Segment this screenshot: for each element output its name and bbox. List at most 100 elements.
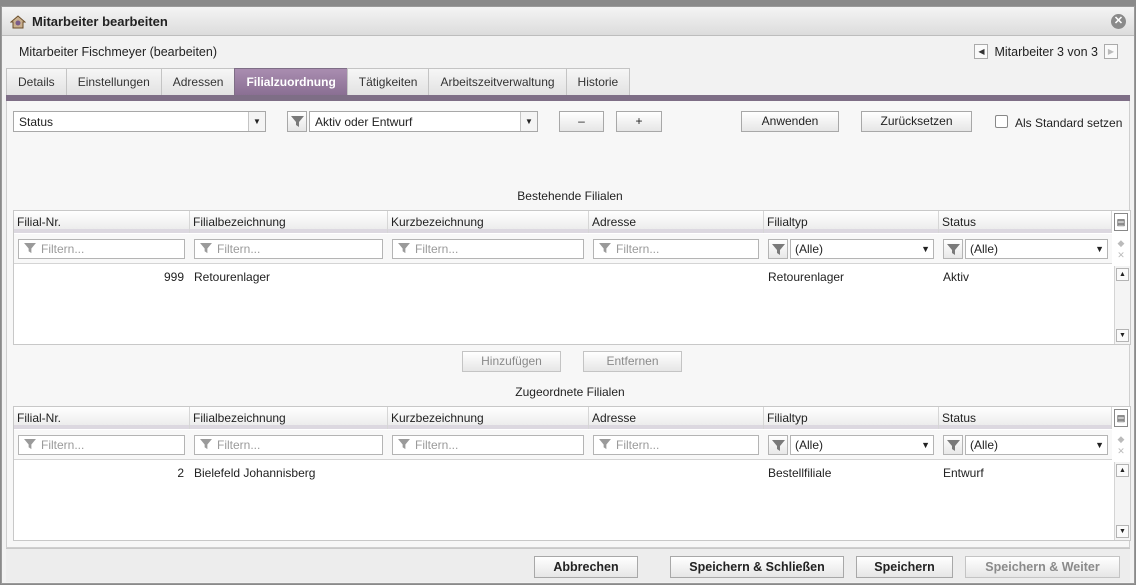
filter-field-value: Status xyxy=(19,115,54,129)
column-header-filialbezeichnung[interactable]: Filialbezeichnung xyxy=(190,211,388,233)
scroll-up-icon[interactable]: ▲ xyxy=(1116,464,1129,477)
funnel-icon xyxy=(398,243,410,254)
save-and-next-button[interactable]: Speichern & Weiter xyxy=(965,556,1120,578)
set-default-label: Als Standard setzen xyxy=(1015,116,1123,130)
funnel-icon xyxy=(599,243,611,254)
cell-filialbezeichnung: Retourenlager xyxy=(194,270,271,284)
funnel-icon xyxy=(947,244,960,255)
pager-text: Mitarbeiter 3 von 3 xyxy=(994,44,1098,59)
column-header-kurzbezeichnung[interactable]: Kurzbezeichnung xyxy=(388,211,589,233)
add-filter-button[interactable]: + xyxy=(616,111,662,132)
chevron-down-icon: ▼ xyxy=(921,440,930,450)
filter-input-filialbezeichnung[interactable]: Filtern... xyxy=(194,239,383,259)
previous-record-button[interactable]: ◀ xyxy=(974,44,989,59)
cell-filialbezeichnung: Bielefeld Johannisberg xyxy=(194,466,316,480)
tab-details[interactable]: Details xyxy=(6,68,67,95)
chevron-down-icon: ▼ xyxy=(248,112,265,131)
filter-input-filial-nr[interactable]: Filtern... xyxy=(18,435,185,455)
existing-branches-grid: Filial-Nr. Filialbezeichnung Kurzbezeich… xyxy=(13,210,1131,345)
column-menu-icon[interactable]: ▤ xyxy=(1114,213,1128,231)
filter-input-filialbezeichnung[interactable]: Filtern... xyxy=(194,435,383,455)
table-row[interactable]: 999 Retourenlager Retourenlager Aktiv xyxy=(14,267,1112,287)
remove-branch-button[interactable]: Entfernen xyxy=(583,351,682,372)
tab-filialzuordnung[interactable]: Filialzuordnung xyxy=(234,68,348,95)
cell-status: Entwurf xyxy=(943,466,984,480)
close-icon[interactable]: ✕ xyxy=(1111,14,1126,29)
filter-placeholder: Filtern... xyxy=(217,438,261,452)
tab-einstellungen[interactable]: Einstellungen xyxy=(65,68,162,95)
column-header-kurzbezeichnung[interactable]: Kurzbezeichnung xyxy=(388,407,589,429)
column-header-filialbezeichnung[interactable]: Filialbezeichnung xyxy=(190,407,388,429)
funnel-icon xyxy=(200,243,212,254)
assigned-branches-grid: Filial-Nr. Filialbezeichnung Kurzbezeich… xyxy=(13,406,1131,541)
cell-filialtyp: Retourenlager xyxy=(768,270,845,284)
funnel-icon xyxy=(599,439,611,450)
column-header-status[interactable]: Status xyxy=(939,211,1112,233)
next-record-button[interactable]: ▶ xyxy=(1104,44,1118,59)
set-default-checkbox[interactable] xyxy=(995,115,1008,128)
scroll-down-icon[interactable]: ▼ xyxy=(1116,525,1129,538)
reset-button[interactable]: Zurücksetzen xyxy=(861,111,972,132)
save-button[interactable]: Speichern xyxy=(856,556,953,578)
dialog-footer: Abbrechen Speichern & Schließen Speicher… xyxy=(6,548,1130,582)
funnel-icon xyxy=(200,439,212,450)
cell-filial-nr: 2 xyxy=(177,466,184,480)
filter-input-kurzbezeichnung[interactable]: Filtern... xyxy=(392,435,584,455)
column-header-adresse[interactable]: Adresse xyxy=(589,211,764,233)
edit-employee-dialog: Mitarbeiter bearbeiten ✕ Mitarbeiter Fis… xyxy=(1,6,1135,584)
employee-subtitle: Mitarbeiter Fischmeyer (bearbeiten) xyxy=(19,45,217,59)
tab-historie[interactable]: Historie xyxy=(565,68,631,95)
vertical-scrollbar[interactable]: ▲ ▼ xyxy=(1114,266,1130,344)
table-row[interactable]: 2 Bielefeld Johannisberg Bestellfiliale … xyxy=(14,463,1112,483)
funnel-icon xyxy=(24,439,36,450)
filter-select-filialtyp[interactable]: (Alle) ▼ xyxy=(790,435,934,455)
column-header-filial-nr[interactable]: Filial-Nr. xyxy=(14,407,190,429)
scroll-up-icon[interactable]: ▲ xyxy=(1116,268,1129,281)
clear-filter-icon[interactable]: ◆ ✕ xyxy=(1114,237,1128,261)
filter-value-select[interactable]: Aktiv oder Entwurf ▼ xyxy=(309,111,538,132)
chevron-down-icon: ▼ xyxy=(1095,244,1104,254)
existing-branches-title: Bestehende Filialen xyxy=(517,189,623,203)
clear-filter-icon[interactable]: ◆ ✕ xyxy=(1114,433,1128,457)
filter-operator-button[interactable] xyxy=(287,111,307,132)
tab-bar: Details Einstellungen Adressen Filialzuo… xyxy=(6,68,1130,101)
filter-input-adresse[interactable]: Filtern... xyxy=(593,239,759,259)
status-filter-operator-button[interactable] xyxy=(943,239,963,259)
filialtyp-filter-operator-button[interactable] xyxy=(768,239,788,259)
cell-status: Aktiv xyxy=(943,270,970,284)
apply-button[interactable]: Anwenden xyxy=(741,111,839,132)
funnel-icon xyxy=(947,440,960,451)
add-branch-button[interactable]: Hinzufügen xyxy=(462,351,561,372)
save-and-close-button[interactable]: Speichern & Schließen xyxy=(670,556,844,578)
column-header-adresse[interactable]: Adresse xyxy=(589,407,764,429)
window-title: Mitarbeiter bearbeiten xyxy=(32,14,168,29)
tab-adressen[interactable]: Adressen xyxy=(160,68,236,95)
remove-filter-button[interactable]: – xyxy=(559,111,604,132)
cell-filial-nr: 999 xyxy=(163,270,184,284)
filter-input-adresse[interactable]: Filtern... xyxy=(593,435,759,455)
funnel-icon xyxy=(772,244,785,255)
tab-arbeitszeitverwaltung[interactable]: Arbeitszeitverwaltung xyxy=(428,68,567,95)
filter-select-status[interactable]: (Alle) ▼ xyxy=(965,239,1108,259)
filter-input-kurzbezeichnung[interactable]: Filtern... xyxy=(392,239,584,259)
tab-taetigkeiten[interactable]: Tätigkeiten xyxy=(346,68,430,95)
column-header-filial-nr[interactable]: Filial-Nr. xyxy=(14,211,190,233)
assigned-branches-title: Zugeordnete Filialen xyxy=(515,385,625,399)
filialtyp-filter-operator-button[interactable] xyxy=(768,435,788,455)
column-header-status[interactable]: Status xyxy=(939,407,1112,429)
filter-select-filialtyp[interactable]: (Alle) ▼ xyxy=(790,239,934,259)
chevron-down-icon: ▼ xyxy=(921,244,930,254)
funnel-icon xyxy=(24,243,36,254)
column-menu-icon[interactable]: ▤ xyxy=(1114,409,1128,427)
filter-select-status[interactable]: (Alle) ▼ xyxy=(965,435,1108,455)
scroll-down-icon[interactable]: ▼ xyxy=(1116,329,1129,342)
column-header-filialtyp[interactable]: Filialtyp xyxy=(764,407,939,429)
filter-select-value: (Alle) xyxy=(795,438,824,452)
cancel-button[interactable]: Abbrechen xyxy=(534,556,638,578)
column-header-filialtyp[interactable]: Filialtyp xyxy=(764,211,939,233)
vertical-scrollbar[interactable]: ▲ ▼ xyxy=(1114,462,1130,540)
filter-input-filial-nr[interactable]: Filtern... xyxy=(18,239,185,259)
status-filter-operator-button[interactable] xyxy=(943,435,963,455)
funnel-icon xyxy=(291,116,304,127)
filter-field-select[interactable]: Status ▼ xyxy=(13,111,266,132)
